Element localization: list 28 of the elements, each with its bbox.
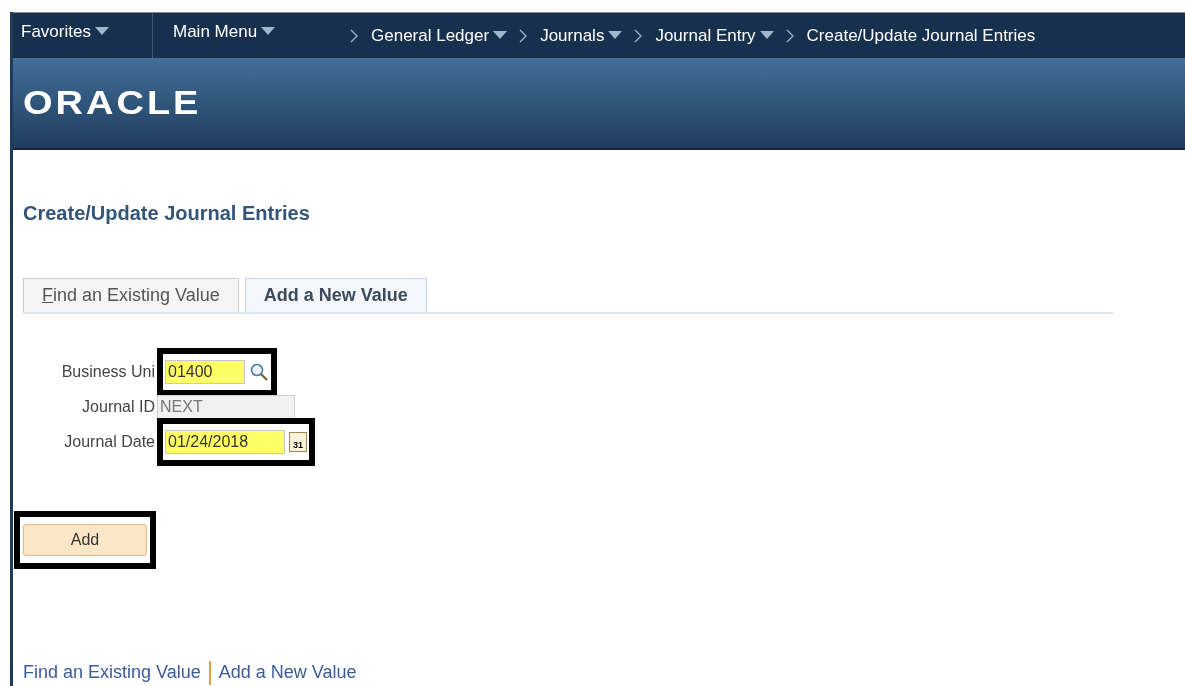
tab[interactable]: Add a New Value	[244, 278, 427, 312]
breadcrumb-link[interactable]: General Ledger	[371, 22, 490, 49]
page-title: Create/Update Journal Entries	[23, 201, 311, 226]
dropdown-caret-icon	[759, 31, 774, 40]
tab[interactable]: Find an Existing Value	[23, 278, 239, 312]
breadcrumb-link[interactable]: Journals	[540, 22, 605, 49]
oracle-logo: ORACLE	[23, 83, 202, 123]
link[interactable]: Find an Existing Value	[23, 659, 201, 686]
breadcrumb-link[interactable]: Create/Update Journal Entries	[806, 22, 1036, 49]
search-icon[interactable]	[249, 361, 269, 382]
nav-menu[interactable]: Main Menu	[153, 13, 338, 58]
chevron-right-icon	[519, 28, 529, 43]
dropdown-caret-icon	[261, 27, 276, 37]
field-label: Journal Date	[63, 431, 156, 452]
link[interactable]: Add a New Value	[218, 659, 357, 686]
dropdown-caret-icon	[493, 31, 508, 40]
input-field[interactable]: 01400	[165, 359, 245, 384]
dropdown-caret-icon	[608, 31, 623, 40]
field-label: Business Uni	[60, 361, 156, 382]
chevron-right-icon	[785, 28, 795, 43]
breadcrumb-link[interactable]: Journal Entry	[655, 22, 756, 49]
input-field[interactable]: 01/24/2018	[165, 429, 285, 454]
calendar-icon[interactable]: 31	[289, 431, 307, 452]
chevron-right-icon	[634, 28, 644, 43]
field-label: Journal ID	[81, 396, 156, 417]
add-button[interactable]: Add	[23, 524, 147, 556]
chevron-right-icon	[350, 28, 359, 43]
dropdown-caret-icon	[94, 27, 109, 37]
